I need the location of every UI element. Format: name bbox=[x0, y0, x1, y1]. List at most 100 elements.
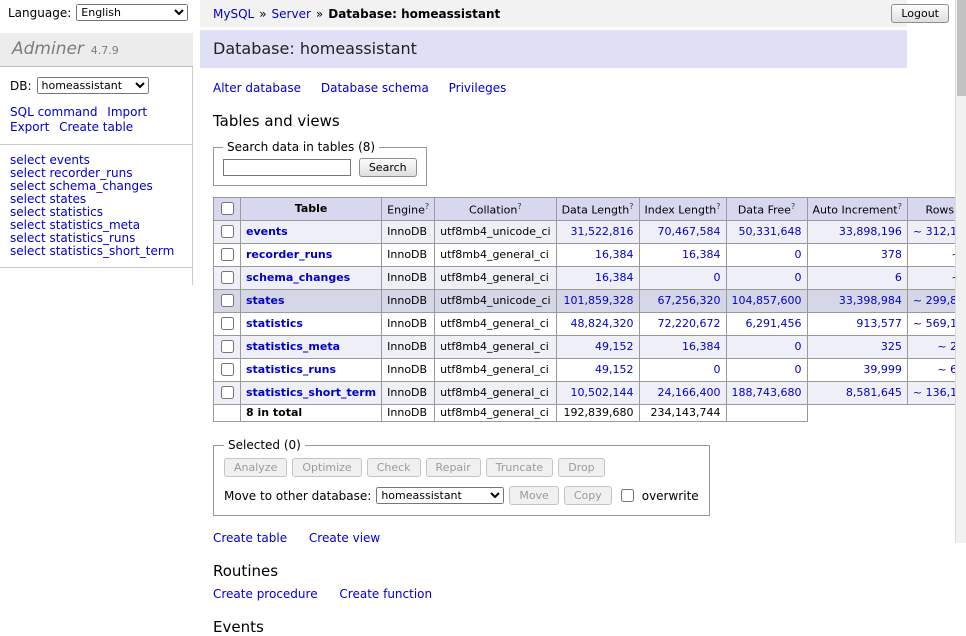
help-link[interactable]: ? bbox=[898, 202, 902, 211]
row-checkbox[interactable] bbox=[221, 317, 234, 330]
help-link[interactable]: ? bbox=[517, 202, 521, 211]
index-length-link[interactable]: 16,384 bbox=[682, 248, 721, 261]
table-name-link[interactable]: states bbox=[246, 294, 285, 307]
auto-increment-link[interactable]: 33,398,984 bbox=[839, 294, 902, 307]
row-checkbox[interactable] bbox=[221, 363, 234, 376]
search-button[interactable]: Search bbox=[359, 158, 417, 177]
data-length-link[interactable]: 10,502,144 bbox=[571, 386, 634, 399]
table-name-link[interactable]: schema_changes bbox=[246, 271, 350, 284]
help-link[interactable]: ? bbox=[716, 202, 720, 211]
table-name-link[interactable]: statistics_runs bbox=[246, 363, 336, 376]
help-link[interactable]: ? bbox=[425, 202, 429, 211]
export-link[interactable]: Export bbox=[10, 120, 49, 134]
privileges-link[interactable]: Privileges bbox=[449, 81, 507, 95]
data-length-link[interactable]: 16,384 bbox=[595, 271, 634, 284]
index-length-link[interactable]: 16,384 bbox=[682, 340, 721, 353]
breadcrumb-mysql-link[interactable]: MySQL bbox=[213, 7, 254, 21]
data-length-link[interactable]: 16,384 bbox=[595, 248, 634, 261]
row-checkbox[interactable] bbox=[221, 386, 234, 399]
data-free-link[interactable]: 188,743,680 bbox=[732, 386, 802, 399]
data-free-link[interactable]: 0 bbox=[795, 271, 802, 284]
check-button[interactable]: Check bbox=[367, 458, 421, 477]
db-select[interactable]: homeassistant bbox=[37, 77, 149, 94]
index-length-link[interactable]: 24,166,400 bbox=[658, 386, 721, 399]
total-data-free bbox=[726, 405, 807, 422]
selected-actions: Analyze Optimize Check Repair Truncate D… bbox=[224, 458, 699, 477]
collation-cell: utf8mb4_general_ci bbox=[435, 336, 556, 359]
auto-increment-link[interactable]: 33,898,196 bbox=[839, 225, 902, 238]
move-button[interactable]: Move bbox=[509, 486, 559, 505]
data-length-link[interactable]: 48,824,320 bbox=[571, 317, 634, 330]
auto-increment-link[interactable]: 8,581,645 bbox=[846, 386, 902, 399]
auto-increment-link[interactable]: 39,999 bbox=[863, 363, 902, 376]
collation-cell: utf8mb4_general_ci bbox=[435, 313, 556, 336]
auto-increment-link[interactable]: 6 bbox=[895, 271, 902, 284]
row-checkbox[interactable] bbox=[221, 294, 234, 307]
search-fieldset: Search data in tables (8) Search bbox=[213, 140, 427, 186]
collation-cell: utf8mb4_general_ci bbox=[435, 359, 556, 382]
scrollbar-thumb[interactable] bbox=[957, 0, 966, 96]
index-length-link[interactable]: 72,220,672 bbox=[658, 317, 721, 330]
data-length-link[interactable]: 101,859,328 bbox=[564, 294, 634, 307]
sql-command-link[interactable]: SQL command bbox=[10, 105, 97, 119]
database-schema-link[interactable]: Database schema bbox=[321, 81, 429, 95]
breadcrumb-separator: » bbox=[259, 7, 266, 21]
copy-button[interactable]: Copy bbox=[564, 486, 612, 505]
divider bbox=[0, 267, 192, 268]
data-length-link[interactable]: 31,522,816 bbox=[571, 225, 634, 238]
engine-cell: InnoDB bbox=[382, 382, 435, 405]
row-checkbox[interactable] bbox=[221, 225, 234, 238]
engine-cell: InnoDB bbox=[382, 244, 435, 267]
data-free-link[interactable]: 104,857,600 bbox=[732, 294, 802, 307]
overwrite-checkbox[interactable] bbox=[621, 489, 634, 502]
alter-database-link[interactable]: Alter database bbox=[213, 81, 301, 95]
help-link[interactable]: ? bbox=[629, 202, 633, 211]
index-length-link[interactable]: 70,467,584 bbox=[658, 225, 721, 238]
index-length-link[interactable]: 0 bbox=[714, 363, 721, 376]
index-length-link[interactable]: 0 bbox=[714, 271, 721, 284]
data-free-link[interactable]: 50,331,648 bbox=[739, 225, 802, 238]
table-name-link[interactable]: events bbox=[246, 225, 288, 238]
row-checkbox[interactable] bbox=[221, 271, 234, 284]
data-free-link[interactable]: 0 bbox=[795, 363, 802, 376]
search-input[interactable] bbox=[223, 159, 351, 176]
engine-cell: InnoDB bbox=[382, 267, 435, 290]
data-free-link[interactable]: 0 bbox=[795, 340, 802, 353]
data-free-link[interactable]: 0 bbox=[795, 248, 802, 261]
create-procedure-link[interactable]: Create procedure bbox=[213, 587, 318, 601]
create-table-link[interactable]: Create table bbox=[59, 120, 133, 134]
index-length-link[interactable]: 67,256,320 bbox=[658, 294, 721, 307]
truncate-button[interactable]: Truncate bbox=[486, 458, 553, 477]
table-row: statistics_short_term InnoDB utf8mb4_gen… bbox=[214, 382, 966, 405]
data-length-link[interactable]: 49,152 bbox=[595, 340, 634, 353]
move-db-select[interactable]: homeassistant bbox=[376, 487, 504, 504]
table-name-link[interactable]: recorder_runs bbox=[246, 248, 332, 261]
app-name[interactable]: Adminer bbox=[12, 39, 84, 59]
data-length-link[interactable]: 49,152 bbox=[595, 363, 634, 376]
table-name-link[interactable]: statistics_meta bbox=[246, 340, 340, 353]
overwrite-label[interactable]: overwrite bbox=[642, 489, 699, 503]
breadcrumb-server-link[interactable]: Server bbox=[272, 7, 311, 21]
help-link[interactable]: ? bbox=[791, 202, 795, 211]
table-name-link[interactable]: statistics bbox=[246, 317, 303, 330]
create-function-link[interactable]: Create function bbox=[339, 587, 432, 601]
auto-increment-link[interactable]: 378 bbox=[881, 248, 902, 261]
row-checkbox[interactable] bbox=[221, 248, 234, 261]
table-name-link[interactable]: statistics_short_term bbox=[246, 386, 376, 399]
auto-increment-link[interactable]: 325 bbox=[881, 340, 902, 353]
data-free-link[interactable]: 6,291,456 bbox=[746, 317, 802, 330]
optimize-button[interactable]: Optimize bbox=[292, 458, 361, 477]
select-all-checkbox[interactable] bbox=[221, 202, 234, 215]
table-row: recorder_runs InnoDB utf8mb4_general_ci … bbox=[214, 244, 966, 267]
repair-button[interactable]: Repair bbox=[426, 458, 481, 477]
language-select[interactable]: English bbox=[76, 4, 188, 21]
analyze-button[interactable]: Analyze bbox=[224, 458, 287, 477]
import-link[interactable]: Import bbox=[107, 105, 147, 119]
logout-button[interactable]: Logout bbox=[891, 4, 949, 23]
scrollbar[interactable] bbox=[955, 0, 966, 543]
auto-increment-link[interactable]: 913,577 bbox=[856, 317, 902, 330]
sidebar-item-select-statistics-short-term[interactable]: select statistics_short_term bbox=[10, 245, 182, 258]
row-checkbox[interactable] bbox=[221, 340, 234, 353]
drop-button[interactable]: Drop bbox=[558, 458, 604, 477]
total-label: 8 in total bbox=[241, 405, 382, 422]
